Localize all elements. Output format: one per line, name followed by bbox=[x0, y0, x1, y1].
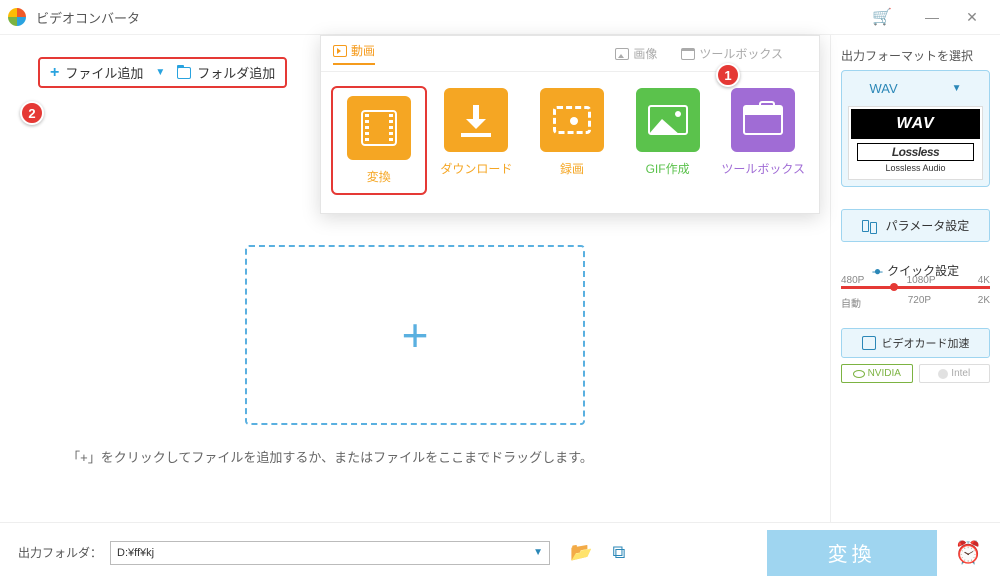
toolbox-icon bbox=[743, 105, 783, 135]
format-card: WAV Lossless Lossless Audio bbox=[848, 106, 983, 180]
sidebar: 出力フォーマットを選択 WAV ▼ WAV Lossless Lossless … bbox=[830, 35, 1000, 522]
video-icon bbox=[333, 45, 347, 57]
category-panel: 動画 画像 ツールボックス 変換 ダウンロ bbox=[320, 35, 820, 214]
gif-icon bbox=[648, 105, 688, 135]
callout-1: 1 bbox=[716, 63, 740, 87]
nvidia-icon bbox=[853, 370, 865, 378]
chip-icon bbox=[862, 336, 876, 350]
output-path-input[interactable]: D:¥ff¥kj ▼ bbox=[110, 541, 550, 565]
open-folder-icon[interactable]: 📂 bbox=[570, 542, 592, 563]
params-button[interactable]: パラメータ設定 bbox=[841, 209, 990, 242]
download-icon bbox=[459, 103, 493, 137]
callout-2: 2 bbox=[20, 101, 44, 125]
intel-icon bbox=[938, 369, 948, 379]
drop-hint: 「+」をクリックしてファイルを追加するか、またはファイルをここまでドラッグします… bbox=[0, 447, 660, 466]
merge-icon[interactable]: ⧉ bbox=[612, 542, 625, 563]
tile-gif[interactable]: GIF作成 bbox=[624, 88, 712, 193]
titlebar: ビデオコンバータ 🛒 — ✕ bbox=[0, 0, 1000, 35]
toolbox-icon bbox=[681, 48, 695, 60]
record-icon bbox=[553, 106, 591, 134]
sliders-icon bbox=[862, 220, 878, 232]
convert-icon bbox=[361, 110, 397, 146]
add-folder-label: フォルダ追加 bbox=[197, 63, 275, 82]
minimize-button[interactable]: — bbox=[912, 9, 952, 25]
format-value: WAV bbox=[869, 81, 897, 96]
quick-icon: -●- bbox=[872, 264, 881, 278]
close-button[interactable]: ✕ bbox=[952, 9, 992, 26]
plus-icon: + bbox=[50, 64, 59, 82]
cat-tab-video[interactable]: 動画 bbox=[333, 42, 375, 65]
add-file-label: ファイル追加 bbox=[65, 63, 143, 82]
app-title: ビデオコンバータ bbox=[36, 8, 140, 27]
output-label: 出力フォルダ： bbox=[18, 544, 102, 561]
gpu-accel-button[interactable]: ビデオカード加速 bbox=[841, 328, 990, 358]
drop-plus-icon: + bbox=[402, 308, 429, 362]
convert-button[interactable]: 変換 bbox=[767, 530, 937, 576]
bottom-bar: 出力フォルダ： D:¥ff¥kj ▼ 📂 ⧉ 変換 ⏰ bbox=[0, 522, 1000, 582]
tile-record[interactable]: 録画 bbox=[528, 88, 616, 193]
app-logo bbox=[8, 8, 26, 26]
tile-convert[interactable]: 変換 bbox=[333, 88, 425, 193]
add-file-bar[interactable]: + ファイル追加 ▼ フォルダ追加 bbox=[38, 57, 287, 88]
format-title: 出力フォーマットを選択 bbox=[841, 47, 990, 64]
cat-tab-toolbox[interactable]: ツールボックス bbox=[681, 45, 783, 62]
vendor-nvidia[interactable]: NVIDIA bbox=[841, 364, 913, 383]
schedule-icon[interactable]: ⏰ bbox=[955, 540, 982, 566]
vendor-intel[interactable]: Intel bbox=[919, 364, 991, 383]
quality-slider[interactable]: 480P 1080P 4K 自動 720P 2K bbox=[841, 275, 990, 310]
format-selector[interactable]: WAV ▼ WAV Lossless Lossless Audio bbox=[841, 70, 990, 187]
cart-icon[interactable]: 🛒 bbox=[872, 7, 892, 27]
content-area: + ファイル追加 ▼ フォルダ追加 2 動画 画像 ツールボッ bbox=[0, 35, 830, 522]
image-icon bbox=[615, 48, 629, 60]
drop-zone[interactable]: + bbox=[245, 245, 585, 425]
quick-settings: -●- クイック設定 480P 1080P 4K 自動 720P 2K bbox=[841, 262, 990, 310]
tile-toolbox[interactable]: ツールボックス bbox=[719, 88, 807, 193]
chevron-down-icon: ▼ bbox=[952, 83, 962, 94]
chevron-down-icon[interactable]: ▼ bbox=[533, 547, 543, 558]
tile-download[interactable]: ダウンロード bbox=[433, 88, 521, 193]
cat-tab-image[interactable]: 画像 bbox=[615, 45, 657, 62]
dropdown-icon[interactable]: ▼ bbox=[155, 67, 165, 78]
folder-icon bbox=[177, 67, 191, 79]
